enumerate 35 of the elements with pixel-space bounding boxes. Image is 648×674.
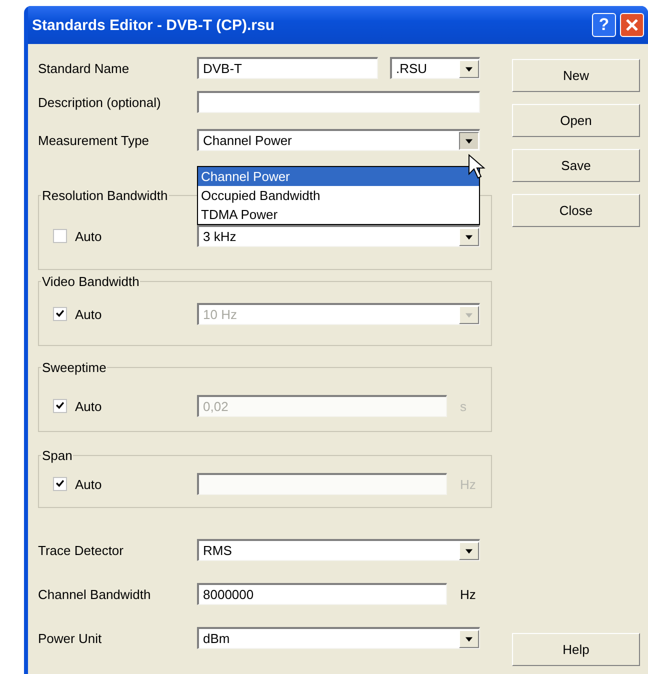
- group-title: Resolution Bandwidth: [41, 188, 169, 203]
- dialog-button[interactable]: Close: [512, 194, 640, 227]
- group-title: Sweeptime: [41, 360, 108, 375]
- dialog-button[interactable]: Save: [512, 149, 640, 182]
- detector-dropdown[interactable]: RMS: [197, 539, 480, 561]
- close-icon: [625, 18, 639, 32]
- unit-label: Hz: [460, 586, 476, 602]
- help-button[interactable]: Help: [512, 633, 640, 666]
- measurement-dropdown[interactable]: Channel Power: [197, 129, 480, 151]
- extension-dropdown[interactable]: .RSU: [390, 57, 480, 79]
- name-field[interactable]: DVB-T: [197, 57, 378, 79]
- group-title: Video Bandwidth: [41, 274, 140, 289]
- group-title: Span: [41, 448, 74, 463]
- dropdown-option[interactable]: Channel Power: [198, 167, 479, 186]
- field-label: Standard Name: [38, 60, 130, 76]
- caret-icon[interactable]: [459, 132, 479, 150]
- unit-dropdown[interactable]: dBm: [197, 627, 480, 649]
- checkbox[interactable]: [53, 229, 67, 243]
- checkbox-label: Auto: [75, 398, 102, 414]
- dialog-button[interactable]: New: [512, 59, 640, 92]
- description-field[interactable]: [197, 91, 480, 113]
- field-label: Trace Detector: [38, 542, 124, 558]
- window-title: Standards Editor - DVB-T (CP).rsu: [32, 16, 276, 34]
- field-label: Measurement Type: [38, 132, 150, 148]
- checkbox-label: Auto: [75, 306, 102, 322]
- field-label: Channel Bandwidth: [38, 586, 152, 602]
- dialog-button[interactable]: Open: [512, 104, 640, 137]
- field-label: Description (optional): [38, 94, 162, 110]
- dropdown[interactable]: 3 kHz: [197, 225, 480, 247]
- checkbox-label: Auto: [75, 476, 102, 492]
- close-button[interactable]: [620, 13, 644, 37]
- field-label: Power Unit: [38, 630, 103, 646]
- help-button[interactable]: ?: [592, 13, 616, 37]
- checkbox-label: Auto: [75, 228, 102, 244]
- bandwidth-field[interactable]: 8000000: [197, 583, 447, 605]
